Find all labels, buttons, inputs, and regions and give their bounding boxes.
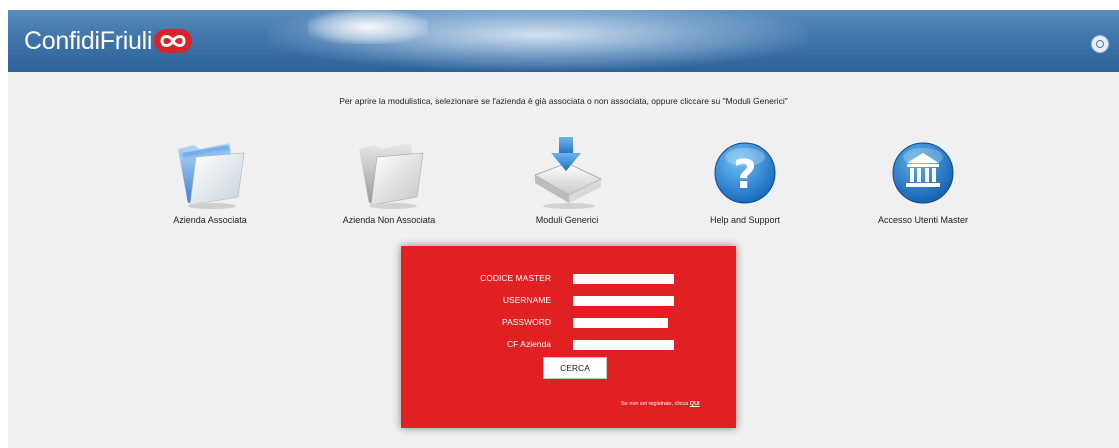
- codice-master-label: CODICE MASTER: [480, 273, 551, 283]
- tile-accesso-utenti-master[interactable]: Accesso Utenti Master: [848, 135, 998, 245]
- header-cloud: [308, 10, 428, 44]
- question-mark-icon: ?: [714, 142, 776, 204]
- brand-mark-icon: [154, 29, 193, 53]
- blue-folder-icon: [178, 143, 245, 209]
- tile-azienda-non-associata[interactable]: Azienda Non Associata: [314, 135, 464, 245]
- register-link[interactable]: QUI: [690, 401, 700, 407]
- login-card: CODICE MASTER USERNAME PASSWORD CF Azien…: [401, 246, 736, 428]
- download-drive-icon: [534, 137, 602, 209]
- password-input[interactable]: [573, 318, 668, 328]
- cf-azienda-input[interactable]: [573, 340, 674, 350]
- tile-moduli-generici[interactable]: Moduli Generici: [492, 135, 642, 245]
- codice-master-input[interactable]: [573, 274, 674, 284]
- cf-azienda-label: CF Azienda: [507, 339, 551, 349]
- username-label: USERNAME: [502, 295, 551, 305]
- tile-help-and-support[interactable]: ? Help and Support: [670, 135, 820, 245]
- brand-logo[interactable]: ConfidiFriuli: [24, 26, 193, 56]
- password-label: PASSWORD: [502, 317, 551, 327]
- page: ConfidiFriuli Per aprire la modulistica,…: [8, 10, 1119, 448]
- tile-label: Help and Support: [709, 215, 781, 225]
- header-bar: ConfidiFriuli: [8, 10, 1119, 72]
- cerca-button[interactable]: CERCA: [543, 357, 607, 379]
- svg-text:?: ?: [733, 152, 756, 198]
- tile-label: Azienda Non Associata: [342, 215, 436, 225]
- power-icon[interactable]: [1091, 35, 1109, 53]
- username-input[interactable]: [573, 296, 674, 306]
- register-text: Se non sei registrato, clicca: [621, 401, 689, 407]
- bank-building-icon: [892, 142, 954, 204]
- tile-azienda-associata[interactable]: Azienda Associata: [135, 135, 285, 245]
- instruction-text: Per aprire la modulistica, selezionare s…: [339, 96, 788, 106]
- register-note: Se non sei registrato, clicca QUI: [621, 401, 700, 407]
- brand-name: ConfidiFriuli: [24, 26, 153, 55]
- tile-label: Moduli Generici: [535, 215, 599, 225]
- gray-folder-icon: [359, 143, 424, 209]
- tile-label: Accesso Utenti Master: [877, 215, 969, 225]
- tile-label: Azienda Associata: [173, 215, 247, 225]
